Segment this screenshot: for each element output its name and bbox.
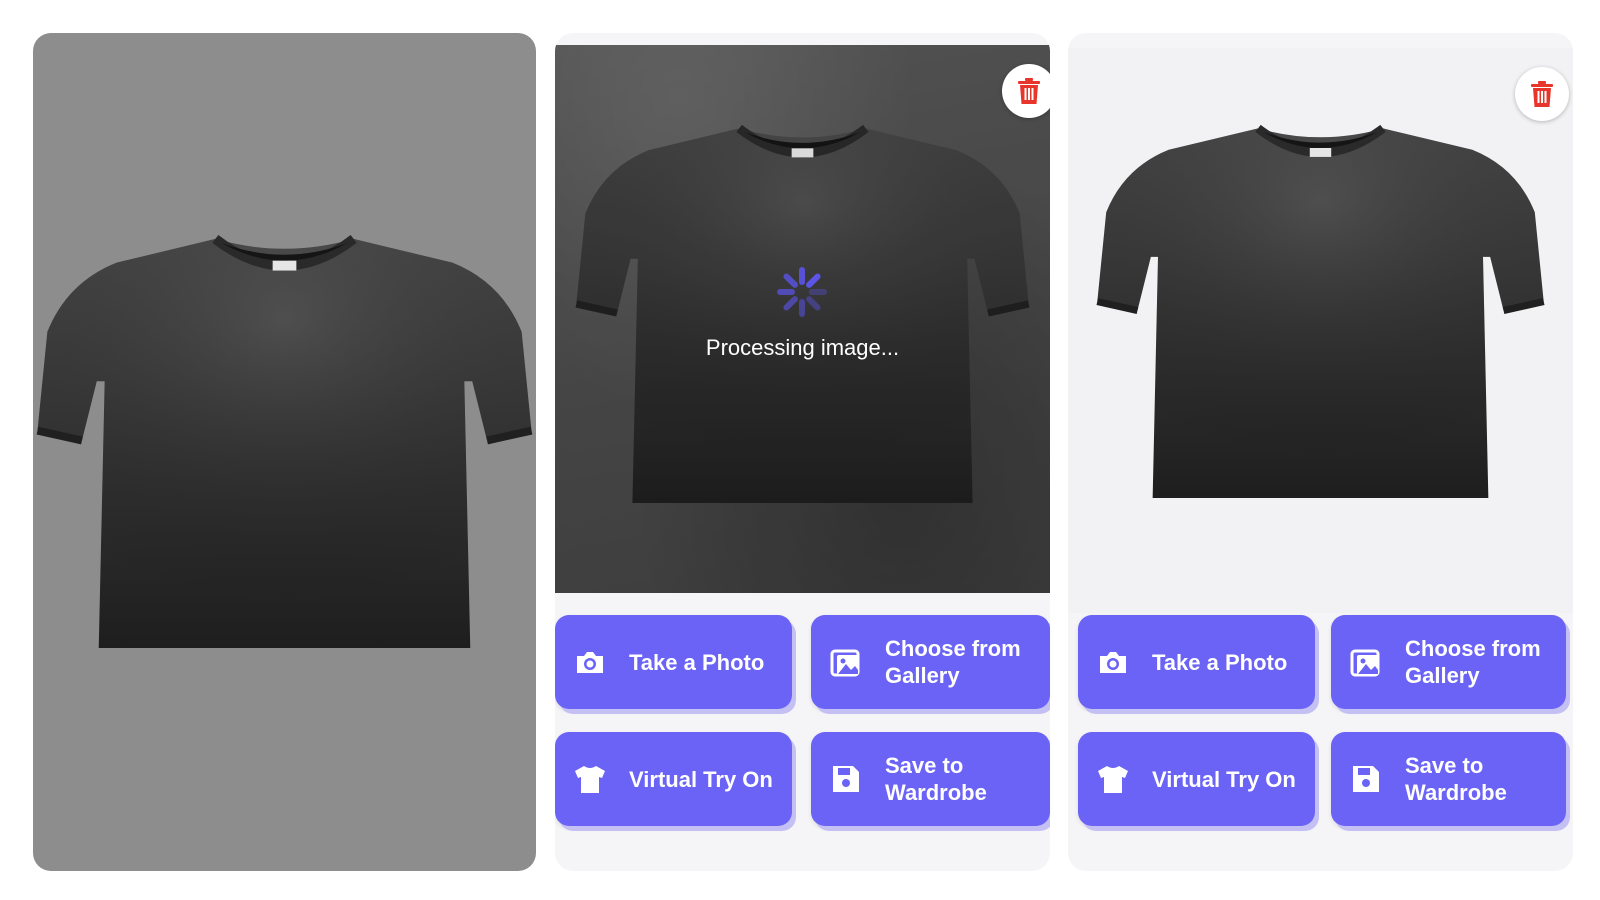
loading-spinner-icon	[775, 265, 829, 319]
virtual-try-on-label: Virtual Try On	[629, 766, 773, 792]
save-wardrobe-button[interactable]: Save to Wardrobe	[1331, 732, 1566, 826]
gallery-icon	[1349, 645, 1383, 679]
tshirt-cutout	[1068, 123, 1573, 498]
original-photo-panel	[33, 33, 536, 871]
take-photo-label: Take a Photo	[629, 649, 765, 675]
virtual-try-on-button[interactable]: Virtual Try On	[555, 732, 792, 826]
photo-preview: Processing image...	[555, 45, 1050, 593]
camera-icon	[573, 645, 607, 679]
gallery-icon	[829, 645, 863, 679]
choose-gallery-button[interactable]: Choose from Gallery	[811, 615, 1050, 709]
choose-gallery-button[interactable]: Choose from Gallery	[1331, 615, 1566, 709]
tshirt-photo	[33, 233, 536, 648]
photo-preview-cutout	[1068, 48, 1573, 613]
save-wardrobe-label: Save to Wardrobe	[1405, 753, 1507, 805]
delete-button[interactable]	[1002, 64, 1050, 118]
processing-panel: Processing image... Take a Photo Choose …	[555, 33, 1050, 871]
save-icon	[1349, 762, 1383, 796]
save-wardrobe-label: Save to Wardrobe	[885, 753, 987, 805]
delete-button[interactable]	[1515, 67, 1569, 121]
save-icon	[829, 762, 863, 796]
choose-gallery-label: Choose from Gallery	[1405, 636, 1541, 688]
processing-status-text: Processing image...	[705, 335, 900, 360]
save-wardrobe-button[interactable]: Save to Wardrobe	[811, 732, 1050, 826]
virtual-try-on-button[interactable]: Virtual Try On	[1078, 732, 1315, 826]
take-photo-label: Take a Photo	[1152, 649, 1288, 675]
choose-gallery-label: Choose from Gallery	[885, 636, 1021, 688]
take-photo-button[interactable]: Take a Photo	[555, 615, 792, 709]
result-panel: Take a Photo Choose from Gallery Virtual…	[1068, 33, 1573, 871]
take-photo-button[interactable]: Take a Photo	[1078, 615, 1315, 709]
tshirt-icon	[1096, 762, 1130, 796]
trash-icon	[1531, 81, 1553, 107]
virtual-try-on-label: Virtual Try On	[1152, 766, 1296, 792]
camera-icon	[1096, 645, 1130, 679]
trash-icon	[1018, 78, 1040, 104]
tshirt-icon	[573, 762, 607, 796]
